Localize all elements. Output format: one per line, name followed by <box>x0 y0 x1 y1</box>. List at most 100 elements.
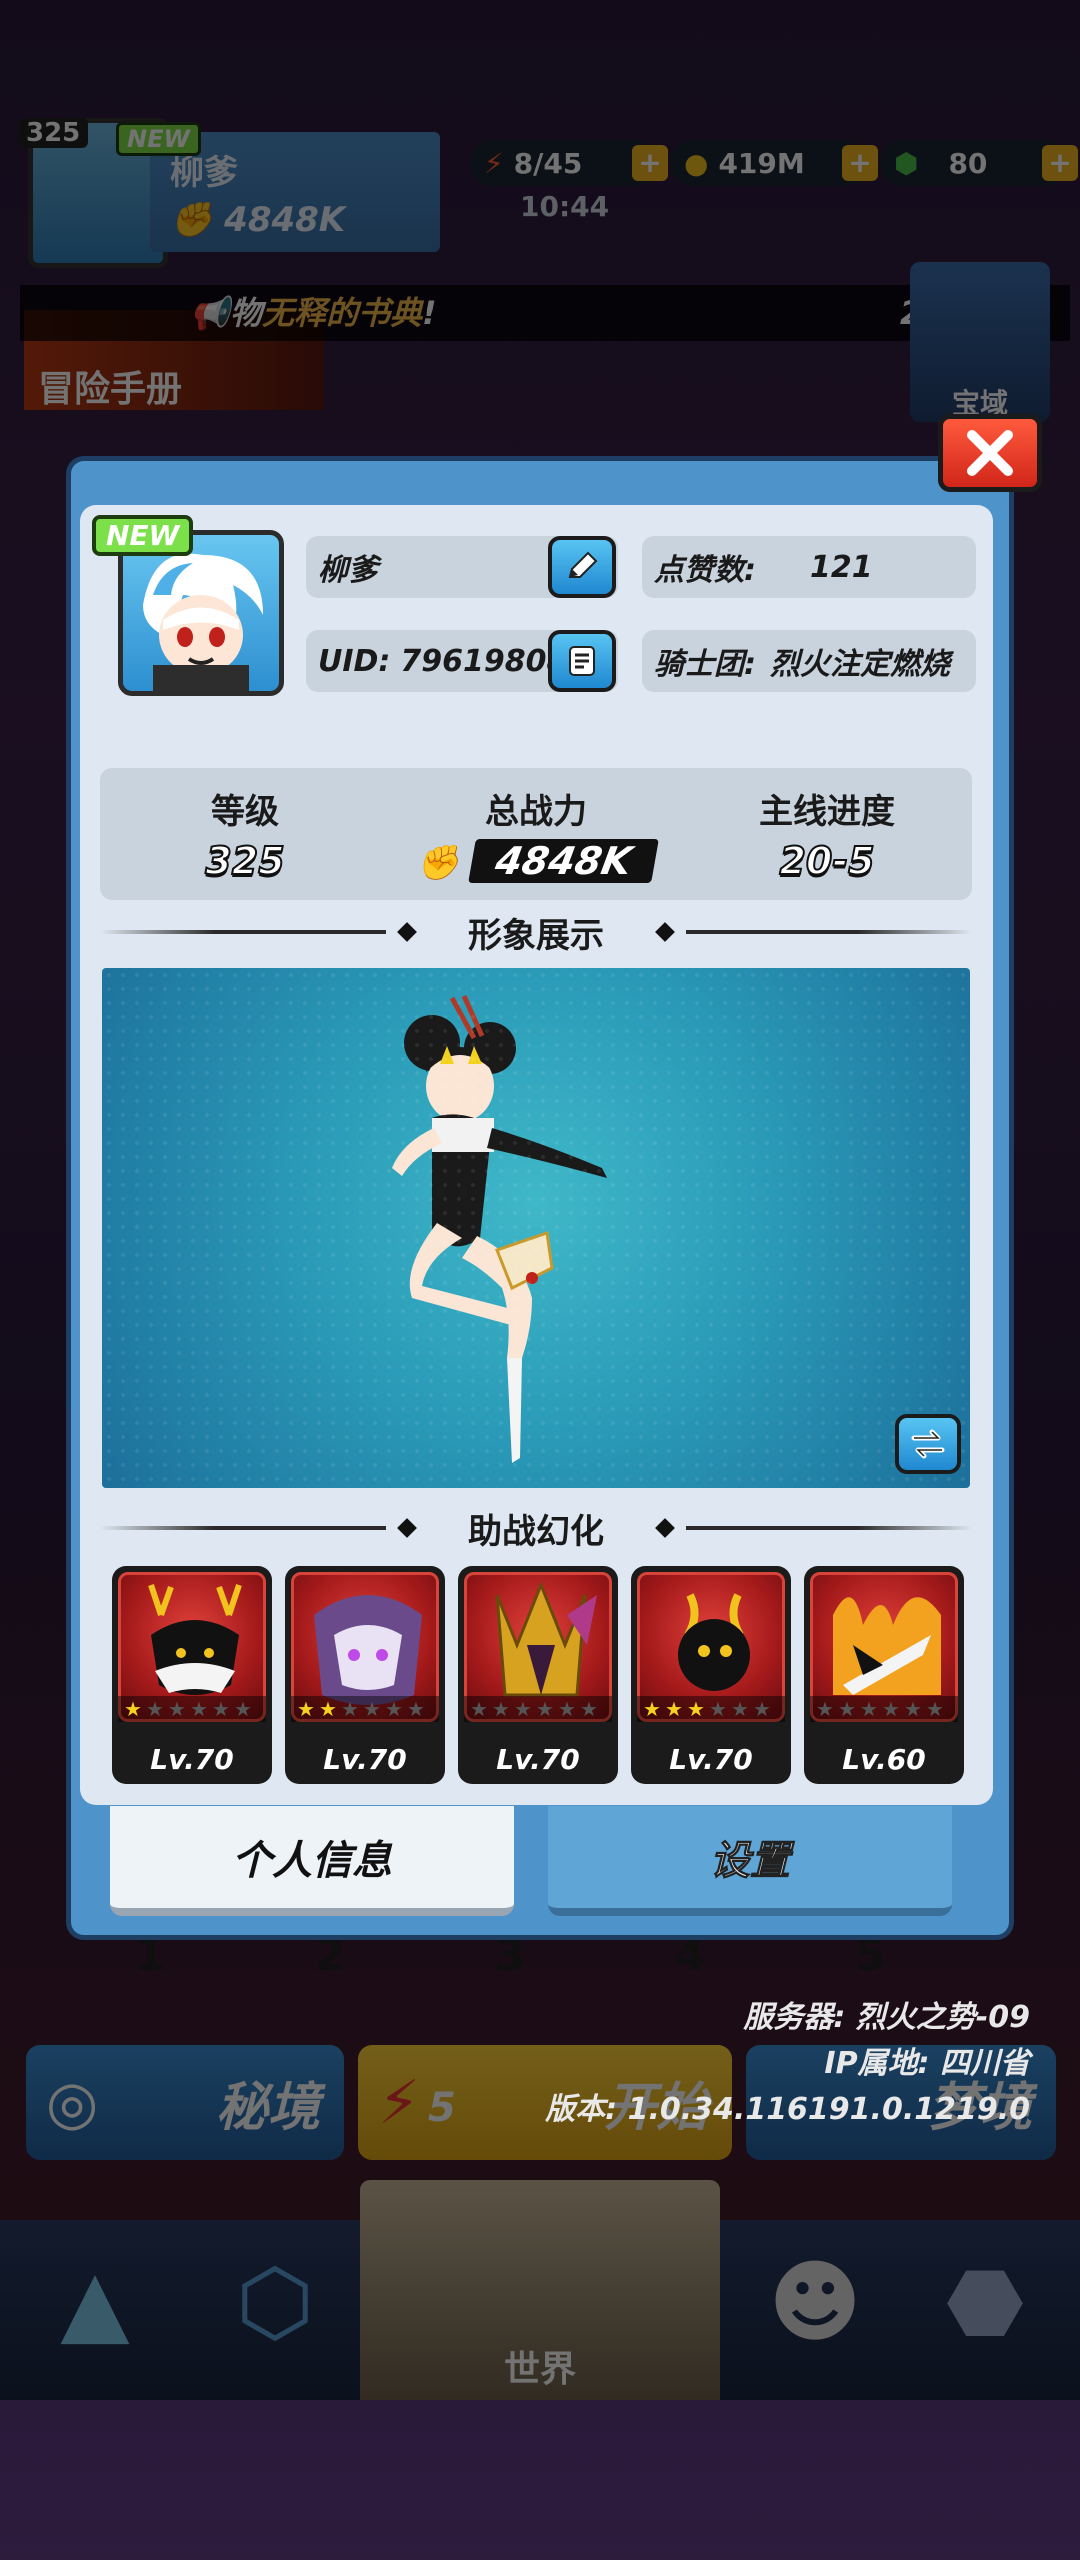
star-icon: ★ <box>731 1697 749 1721</box>
player-power-bg: ✊ 4848K <box>170 200 346 240</box>
assist-card[interactable]: ★ ★ ★ ★ ★ ★ Lv.70 <box>112 1566 272 1784</box>
server-info: 服务器: 烈火之势-09 IP属地: 四川省 版本: 1.0.34.116191… <box>545 1995 1030 2133</box>
swap-arrows-icon <box>911 1429 945 1459</box>
secret-realm-label: 秘境 <box>215 2078 320 2138</box>
star-icon: ★ <box>470 1697 488 1721</box>
diamond-icon <box>397 922 417 942</box>
assist-card-level: Lv.70 <box>496 1743 580 1776</box>
assist-card-level: Lv.70 <box>669 1743 753 1776</box>
lightning-icon: ⚡ <box>484 146 504 180</box>
nav-world-label: 世界 <box>503 2349 576 2390</box>
star-icon: ★ <box>643 1697 661 1721</box>
assist-card-level: Lv.70 <box>150 1743 234 1776</box>
star-icon: ★ <box>860 1697 878 1721</box>
ticker-highlight: 无释的书典 <box>262 294 423 332</box>
character-showcase[interactable] <box>102 968 970 1488</box>
star-rating: ★ ★ ★ ★ ★ ★ <box>810 1696 958 1722</box>
megaphone-icon: 📢 <box>190 294 230 332</box>
star-icon: ★ <box>385 1697 403 1721</box>
target-icon: ◎ <box>46 2067 99 2138</box>
gold-counter: ● 419M + <box>670 140 878 186</box>
assist-card[interactable]: ★ ★ ★ ★ ★ ★ Lv.60 <box>804 1566 964 1784</box>
star-icon: ★ <box>124 1697 142 1721</box>
star-icon: ★ <box>190 1697 208 1721</box>
ticker-suffix: ! <box>422 294 437 332</box>
progress-stat: 主线进度 20-5 <box>682 768 972 884</box>
pencil-icon <box>568 551 598 578</box>
level-value: 325 <box>204 838 285 884</box>
star-icon: ★ <box>709 1697 727 1721</box>
star-icon: ★ <box>926 1697 944 1721</box>
gold-value: 419M <box>718 146 805 180</box>
secret-realm-button[interactable]: ◎ 秘境 <box>26 2045 344 2160</box>
diamond-icon <box>655 1518 675 1538</box>
power-value: 4848K <box>468 839 660 883</box>
assist-title: 助战幻化 <box>468 1511 604 1552</box>
coin-icon: ● <box>684 146 709 180</box>
player-level-badge: 325 <box>18 118 89 148</box>
star-icon: ★ <box>319 1697 337 1721</box>
star-rating: ★ ★ ★ ★ ★ ★ <box>291 1696 439 1722</box>
nav-shop-icon[interactable]: ⬣ <box>910 2250 1060 2380</box>
assist-card-level: Lv.70 <box>323 1743 407 1776</box>
tab-personal-info-label: 个人信息 <box>232 1838 392 1884</box>
lightning-cost-icon: ⚡ <box>378 2067 421 2138</box>
energy-value: 8/45 <box>513 146 583 180</box>
edit-name-button[interactable] <box>548 536 616 598</box>
diamond-icon <box>397 1518 417 1538</box>
gem-icon: ⬢ <box>894 146 919 180</box>
divider-line <box>100 930 386 934</box>
assist-card[interactable]: ★ ★ ★ ★ ★ ★ Lv.70 <box>631 1566 791 1784</box>
add-energy-button[interactable]: + <box>632 145 668 181</box>
assist-heading: 助战幻化 <box>100 1506 972 1552</box>
nav-crystal-icon[interactable]: ▲ <box>20 2250 170 2380</box>
swap-appearance-button[interactable] <box>895 1414 961 1474</box>
gem-value: 80 <box>948 146 988 180</box>
star-icon: ★ <box>492 1697 510 1721</box>
tab-settings[interactable]: 设置 <box>548 1806 952 1916</box>
level-label: 等级 <box>211 792 279 832</box>
assist-card[interactable]: ★ ★ ★ ★ ★ ★ Lv.70 <box>458 1566 618 1784</box>
nav-character-icon[interactable]: ☻ <box>740 2250 890 2380</box>
star-icon: ★ <box>753 1697 771 1721</box>
copy-uid-button[interactable] <box>548 630 616 692</box>
new-badge: NEW <box>92 515 194 556</box>
gem-counter: ⬢ 80 + <box>880 140 1078 186</box>
star-icon: ★ <box>558 1697 576 1721</box>
star-icon: ★ <box>212 1697 230 1721</box>
close-button[interactable] <box>938 414 1042 492</box>
progress-value: 20-5 <box>778 838 875 884</box>
add-gold-button[interactable]: + <box>842 145 878 181</box>
star-rating: ★ ★ ★ ★ ★ ★ <box>637 1696 785 1722</box>
start-cost: 5 <box>428 2085 456 2131</box>
star-icon: ★ <box>363 1697 381 1721</box>
avatar-portrait-icon <box>143 553 263 691</box>
player-power-text: 4848K <box>224 200 346 240</box>
star-icon: ★ <box>168 1697 186 1721</box>
star-rating: ★ ★ ★ ★ ★ ★ <box>464 1696 612 1722</box>
likes-label: 点赞数: <box>654 553 756 588</box>
player-name: 柳爹 <box>318 553 378 588</box>
tab-personal-info[interactable]: 个人信息 <box>110 1806 514 1916</box>
diamond-icon <box>655 922 675 942</box>
assist-card[interactable]: ★ ★ ★ ★ ★ ★ Lv.70 <box>285 1566 445 1784</box>
ip-line: IP属地: 四川省 <box>824 2046 1030 2081</box>
star-icon: ★ <box>882 1697 900 1721</box>
uid-label: UID: <box>318 643 391 679</box>
star-icon: ★ <box>904 1697 922 1721</box>
guild-label: 骑士团: <box>654 647 756 682</box>
showcase-title: 形象展示 <box>468 915 604 956</box>
star-rating: ★ ★ ★ ★ ★ ★ <box>118 1696 266 1722</box>
star-icon: ★ <box>297 1697 315 1721</box>
star-icon: ★ <box>341 1697 359 1721</box>
power-stat: 总战力 ✊ 4848K <box>391 768 681 883</box>
add-gem-button[interactable]: + <box>1042 145 1078 181</box>
level-stat: 等级 325 <box>100 768 390 884</box>
trophy-button[interactable]: 宝域 <box>910 262 1050 422</box>
divider-line <box>100 1526 386 1530</box>
nav-world-tab[interactable]: 世界 <box>360 2180 720 2400</box>
copy-icon <box>569 646 595 676</box>
star-icon: ★ <box>816 1697 834 1721</box>
star-icon: ★ <box>665 1697 683 1721</box>
nav-upgrade-icon[interactable]: ⬡ <box>200 2250 350 2380</box>
